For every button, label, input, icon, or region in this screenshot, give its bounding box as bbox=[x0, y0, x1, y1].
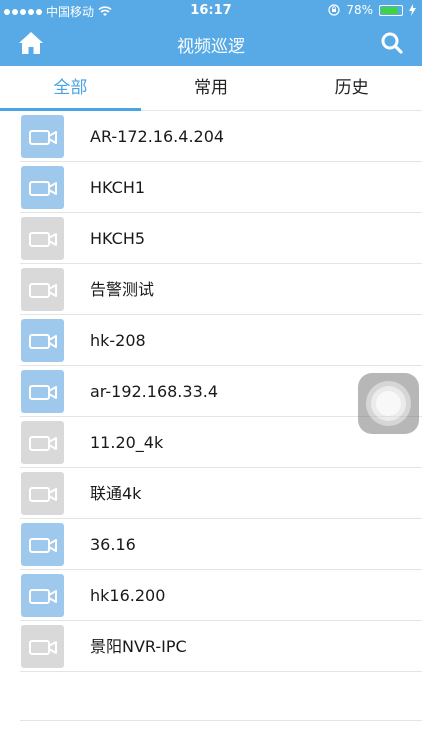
list-item[interactable]: 36.16 bbox=[0, 519, 422, 570]
list-item[interactable]: hk16.200 bbox=[0, 570, 422, 621]
camera-icon bbox=[21, 472, 64, 515]
device-name: 联通4k bbox=[90, 484, 142, 503]
orientation-lock-icon bbox=[328, 4, 340, 16]
camera-icon bbox=[21, 268, 64, 311]
search-button[interactable] bbox=[380, 31, 404, 55]
tab-common[interactable]: 常用 bbox=[141, 66, 282, 110]
camera-icon bbox=[21, 574, 64, 617]
assistive-touch-button[interactable] bbox=[358, 373, 419, 434]
camera-icon bbox=[21, 625, 64, 668]
status-right: 78% bbox=[328, 3, 416, 17]
device-name: HKCH5 bbox=[90, 229, 146, 248]
charging-icon bbox=[409, 4, 416, 16]
list-item[interactable]: HKCH1 bbox=[0, 162, 422, 213]
device-name: HKCH1 bbox=[90, 178, 146, 197]
nav-bar: 视频巡逻 bbox=[0, 22, 422, 66]
camera-icon bbox=[21, 115, 64, 158]
tab-bar: 全部 常用 历史 bbox=[0, 66, 422, 111]
device-name: AR-172.16.4.204 bbox=[90, 127, 225, 146]
camera-icon bbox=[21, 319, 64, 362]
list-item[interactable]: AR-172.16.4.204 bbox=[0, 111, 422, 162]
battery-icon bbox=[379, 4, 403, 16]
camera-icon bbox=[21, 217, 64, 260]
list-item[interactable]: HKCH5 bbox=[0, 213, 422, 264]
device-name: 11.20_4k bbox=[90, 433, 164, 452]
header: 中国移动 16:17 78% 视频巡逻 bbox=[0, 0, 422, 66]
camera-icon bbox=[21, 166, 64, 209]
divider bbox=[20, 720, 422, 721]
tab-history[interactable]: 历史 bbox=[281, 66, 422, 110]
device-name: 景阳NVR-IPC bbox=[90, 637, 187, 656]
camera-icon bbox=[21, 421, 64, 464]
camera-icon bbox=[21, 370, 64, 413]
device-name: hk16.200 bbox=[90, 586, 166, 605]
search-icon bbox=[381, 32, 403, 54]
list-item[interactable]: 联通4k bbox=[0, 468, 422, 519]
camera-icon bbox=[21, 523, 64, 566]
page-title: 视频巡逻 bbox=[177, 37, 245, 57]
list-item[interactable]: 景阳NVR-IPC bbox=[0, 621, 422, 672]
device-name: ar-192.168.33.4 bbox=[90, 382, 219, 401]
device-name: 告警测试 bbox=[90, 280, 155, 299]
tab-all[interactable]: 全部 bbox=[0, 66, 141, 111]
status-bar: 中国移动 16:17 78% bbox=[0, 0, 422, 22]
list-item[interactable]: hk-208 bbox=[0, 315, 422, 366]
list-item[interactable]: 告警测试 bbox=[0, 264, 422, 315]
device-name: 36.16 bbox=[90, 535, 136, 554]
battery-percent: 78% bbox=[346, 3, 373, 17]
device-name: hk-208 bbox=[90, 331, 146, 350]
